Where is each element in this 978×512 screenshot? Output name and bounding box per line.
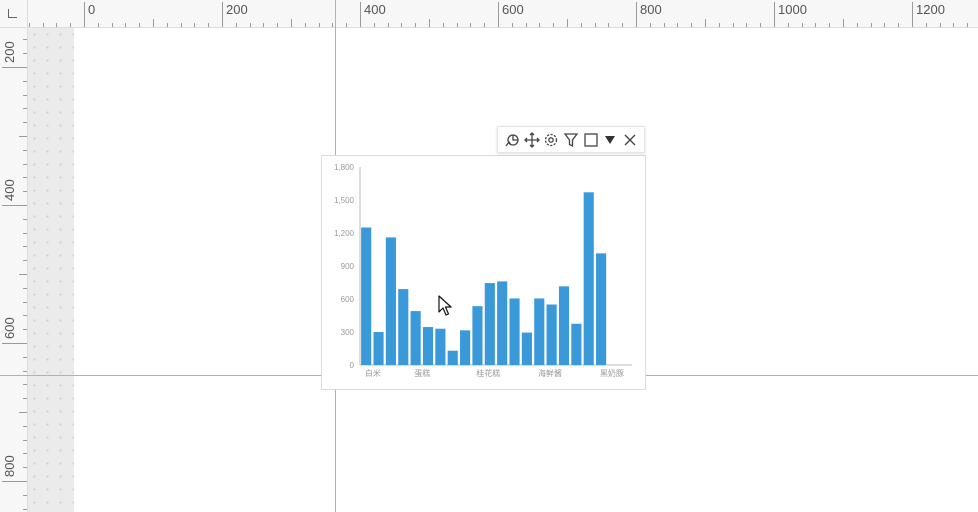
x-tick-label: 黑奶豚 <box>600 368 624 378</box>
ruler-label: 1200 <box>916 2 945 17</box>
bar <box>361 227 372 365</box>
x-tick-label: 白米 <box>365 368 381 378</box>
mouse-pointer-icon <box>438 295 452 316</box>
bar <box>447 350 458 365</box>
bar <box>385 237 396 365</box>
x-tick-label: 海鲜酱 <box>538 368 562 378</box>
ruler-tick <box>291 19 292 27</box>
bar <box>534 298 545 365</box>
bar <box>546 304 557 365</box>
move-icon <box>523 131 540 148</box>
ruler-label: 0 <box>88 2 96 17</box>
ruler-tick <box>429 19 430 27</box>
bar <box>422 327 434 365</box>
ruler-tick <box>705 19 706 27</box>
ruler-tick <box>498 2 499 27</box>
design-workspace: 0 200 400 600 800 1000 1200 200 400 600 800 0 300 6… <box>0 0 978 512</box>
corner-icon <box>8 9 17 18</box>
bar <box>472 306 483 365</box>
bar <box>583 192 594 365</box>
chart-widget[interactable]: 0 300 600 900 1,200 1,500 1,800 白米 蛋糕 桂花糕 海鲜酱 黑奶豚 <box>321 155 646 390</box>
widget-toolbar <box>497 126 645 153</box>
bar <box>521 332 532 365</box>
filter-button[interactable] <box>562 131 580 149</box>
ruler-tick <box>912 2 913 27</box>
y-tick-label: 0 <box>350 361 355 370</box>
ruler-label: 600 <box>2 317 17 339</box>
square-icon <box>584 132 598 147</box>
ruler-label: 400 <box>2 179 17 201</box>
ruler-tick <box>360 2 361 27</box>
ruler-label: 800 <box>640 2 662 17</box>
x-tick-label: 蛋糕 <box>414 368 430 378</box>
vertical-ruler[interactable]: 200 400 600 800 <box>0 28 28 512</box>
ruler-tick <box>222 2 223 27</box>
ruler-tick <box>84 2 85 27</box>
ruler-tick <box>2 481 27 482</box>
ruler-corner[interactable] <box>0 0 28 28</box>
ruler-label: 800 <box>2 455 17 477</box>
chart-type-button[interactable] <box>503 131 521 149</box>
ruler-tick <box>774 2 775 27</box>
x-tick-label: 桂花糕 <box>476 368 500 378</box>
bar-chart: 0 300 600 900 1,200 1,500 1,800 白米 蛋糕 桂花糕 海鲜酱 黑奶豚 <box>334 163 632 378</box>
bar <box>410 311 421 365</box>
ruler-label: 400 <box>364 2 386 17</box>
close-icon <box>624 134 636 145</box>
ruler-label: 200 <box>2 41 17 63</box>
bar <box>558 286 570 365</box>
bar <box>373 332 384 365</box>
more-dropdown-button[interactable] <box>601 131 619 149</box>
ruler-tick <box>19 274 27 275</box>
settings-icon <box>545 133 558 146</box>
bar <box>509 298 520 365</box>
bar <box>435 328 446 365</box>
ruler-tick <box>636 2 637 27</box>
bar <box>398 289 409 365</box>
ruler-tick <box>19 412 27 413</box>
ruler-tick <box>19 136 27 137</box>
ruler-label: 600 <box>502 2 524 17</box>
y-tick-label: 600 <box>341 295 355 304</box>
ruler-tick <box>2 205 27 206</box>
horizontal-ruler[interactable]: 0 200 400 600 800 1000 1200 <box>28 0 978 28</box>
y-tick-label: 1,500 <box>334 196 355 205</box>
y-tick-label: 900 <box>341 262 355 271</box>
chart-type-icon <box>505 133 519 146</box>
ruler-tick <box>567 19 568 27</box>
y-tick-label: 1,800 <box>334 163 355 172</box>
select-frame-button[interactable] <box>582 131 600 149</box>
filter-icon <box>563 132 579 147</box>
y-tick-label: 300 <box>341 328 355 337</box>
ruler-label: 200 <box>226 2 248 17</box>
canvas-margin <box>28 28 74 512</box>
ruler-tick <box>843 19 844 27</box>
move-button[interactable] <box>523 131 541 149</box>
bar <box>460 330 471 365</box>
ruler-tick <box>2 343 27 344</box>
settings-button[interactable] <box>542 131 560 149</box>
close-button[interactable] <box>621 131 639 149</box>
ruler-tick <box>2 67 27 68</box>
bar <box>484 283 495 365</box>
bar <box>497 281 508 365</box>
dropdown-triangle-icon <box>605 135 616 144</box>
bar <box>596 253 607 365</box>
ruler-tick <box>153 19 154 27</box>
bar <box>571 323 582 365</box>
ruler-label: 1000 <box>778 2 807 17</box>
y-tick-label: 1,200 <box>334 229 355 238</box>
